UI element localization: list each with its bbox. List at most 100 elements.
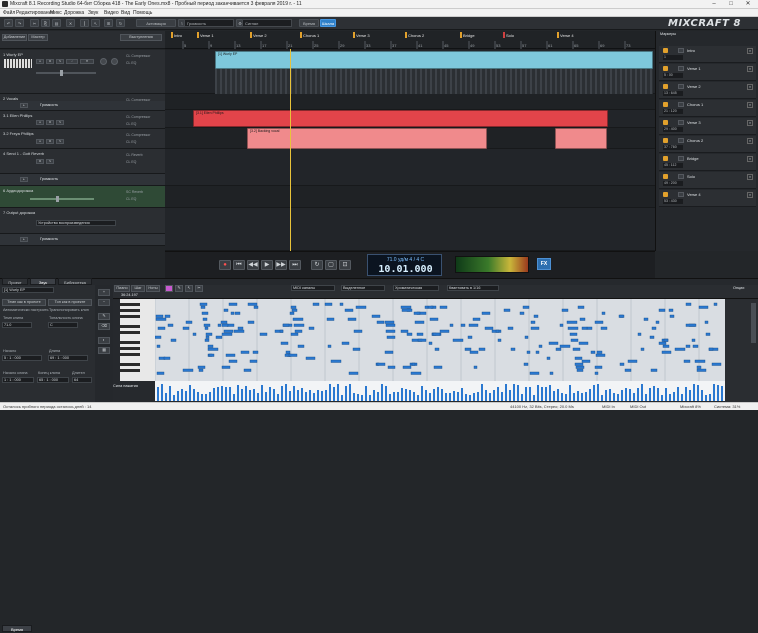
velocity-bar[interactable] bbox=[581, 393, 583, 401]
velocity-bar[interactable] bbox=[289, 391, 291, 401]
midi-note[interactable] bbox=[452, 338, 464, 342]
velocity-bar[interactable] bbox=[637, 388, 639, 401]
midi-note[interactable] bbox=[433, 365, 443, 369]
midi-note[interactable] bbox=[185, 320, 193, 324]
velocity-bar[interactable] bbox=[717, 385, 719, 401]
midi-note[interactable] bbox=[524, 335, 529, 339]
midi-note[interactable] bbox=[574, 356, 583, 360]
midi-note[interactable] bbox=[481, 311, 491, 315]
midi-note[interactable] bbox=[522, 305, 530, 309]
velocity-bar[interactable] bbox=[273, 389, 275, 401]
ruler-marker[interactable]: Chorus 1 bbox=[300, 32, 320, 38]
midi-note[interactable] bbox=[155, 314, 164, 318]
roll-scrollbar[interactable] bbox=[725, 299, 758, 402]
time-readout[interactable]: 10.01.000 bbox=[368, 264, 443, 275]
midi-note[interactable] bbox=[243, 368, 252, 372]
midi-note[interactable] bbox=[581, 326, 588, 330]
scroll-thumb[interactable] bbox=[751, 303, 756, 343]
midi-note[interactable] bbox=[228, 359, 238, 363]
midi-note[interactable] bbox=[247, 320, 255, 324]
velocity-bar[interactable] bbox=[641, 384, 643, 401]
midi-note[interactable] bbox=[324, 302, 333, 306]
velocity-bar[interactable] bbox=[257, 393, 259, 401]
master-fx-button[interactable]: FX bbox=[537, 258, 551, 270]
menu-track[interactable]: Дорожка bbox=[64, 10, 84, 16]
velocity-bar[interactable] bbox=[545, 387, 547, 401]
velocity-bar[interactable] bbox=[169, 386, 171, 401]
velocity-bar[interactable] bbox=[173, 395, 175, 401]
piano-keyboard[interactable] bbox=[120, 299, 155, 381]
midi-note[interactable] bbox=[637, 332, 642, 336]
midi-note[interactable] bbox=[696, 365, 702, 369]
midi-note[interactable] bbox=[376, 362, 386, 366]
pan-knob[interactable] bbox=[100, 58, 107, 65]
velocity-bar[interactable] bbox=[609, 389, 611, 401]
velocity-bar[interactable] bbox=[633, 393, 635, 401]
midi-note[interactable] bbox=[555, 347, 562, 351]
marker-go-button[interactable] bbox=[678, 48, 684, 53]
velocity-bar[interactable] bbox=[473, 393, 475, 401]
velocity-bar[interactable] bbox=[181, 389, 183, 401]
delete-icon[interactable]: ✕ bbox=[66, 19, 75, 27]
midi-note[interactable] bbox=[685, 344, 691, 348]
velocity-bar[interactable] bbox=[657, 388, 659, 401]
midi-note[interactable] bbox=[237, 326, 244, 330]
velocity-bar[interactable] bbox=[241, 389, 243, 401]
midi-note[interactable] bbox=[460, 323, 466, 327]
velocity-bar[interactable] bbox=[593, 385, 595, 401]
menu-help[interactable]: Помощь bbox=[133, 10, 152, 16]
midi-note[interactable] bbox=[669, 314, 675, 318]
midi-note[interactable] bbox=[484, 326, 494, 330]
midi-note[interactable] bbox=[535, 350, 540, 354]
midi-note[interactable] bbox=[253, 305, 259, 309]
midi-note[interactable] bbox=[643, 317, 649, 321]
velocity-bar[interactable] bbox=[377, 392, 379, 401]
mute-button[interactable]: M bbox=[46, 120, 54, 125]
velocity-bar[interactable] bbox=[553, 391, 555, 401]
midi-note[interactable] bbox=[217, 323, 222, 327]
velocity-bar[interactable] bbox=[517, 385, 519, 401]
quantize-icon[interactable]: ▦ bbox=[98, 347, 110, 354]
automation-lane-vocals[interactable]: ▸ Громкость bbox=[0, 101, 165, 111]
grid-button[interactable]: Шкала bbox=[320, 19, 336, 27]
snap-icon[interactable]: ⊞ bbox=[104, 19, 113, 27]
midi-note[interactable] bbox=[414, 320, 425, 324]
midi-note[interactable] bbox=[305, 356, 316, 360]
midi-note[interactable] bbox=[411, 362, 416, 366]
midi-note[interactable] bbox=[619, 362, 625, 366]
midi-note[interactable] bbox=[376, 320, 385, 324]
midi-note[interactable] bbox=[400, 305, 412, 309]
menu-mix[interactable]: Микс bbox=[50, 10, 62, 16]
velocity-bar[interactable] bbox=[301, 388, 303, 401]
midi-note[interactable] bbox=[192, 332, 197, 336]
midi-note[interactable] bbox=[449, 323, 454, 327]
velocity-bar[interactable] bbox=[497, 387, 499, 401]
track-name[interactable]: 1 Wurly EP bbox=[3, 52, 23, 57]
velocity-bar[interactable] bbox=[613, 393, 615, 401]
velocity-bar[interactable] bbox=[653, 386, 655, 401]
master-button[interactable]: Мастер bbox=[28, 34, 48, 41]
track-name[interactable]: 4 Send 1 - Gott Reverb bbox=[3, 151, 44, 156]
midi-note[interactable] bbox=[202, 317, 208, 321]
mute-button[interactable]: M bbox=[46, 139, 54, 144]
marker-go-button[interactable] bbox=[678, 174, 684, 179]
velocity-bar[interactable] bbox=[505, 384, 507, 401]
velocity-bar[interactable] bbox=[585, 392, 587, 401]
midi-note[interactable] bbox=[469, 350, 479, 354]
marker-item[interactable]: Intro 1 × bbox=[659, 46, 756, 63]
velocity-bar[interactable] bbox=[645, 394, 647, 401]
velocity-bar[interactable] bbox=[453, 391, 455, 401]
end-button[interactable]: ⏭ bbox=[289, 260, 301, 270]
velocity-bar[interactable] bbox=[297, 390, 299, 401]
velocity-bar[interactable] bbox=[349, 384, 351, 401]
velocity-bar[interactable] bbox=[353, 393, 355, 401]
fx-slot[interactable]: CL EQ bbox=[126, 140, 162, 145]
midi-note[interactable] bbox=[293, 323, 305, 327]
velocity-bar[interactable] bbox=[417, 395, 419, 401]
velocity-bar[interactable] bbox=[469, 395, 471, 401]
copy-icon[interactable]: ⎘ bbox=[41, 19, 50, 27]
velocity-bar[interactable] bbox=[701, 390, 703, 401]
midi-note[interactable] bbox=[497, 338, 502, 342]
marker-time[interactable]: 29 : 400 bbox=[663, 127, 683, 132]
mute-button[interactable]: M bbox=[36, 159, 44, 164]
